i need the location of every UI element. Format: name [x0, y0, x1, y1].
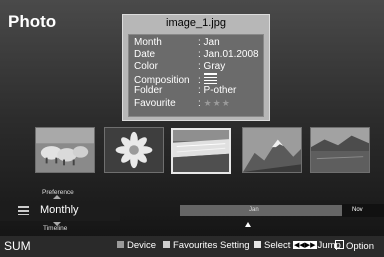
thumbnail-strip	[0, 127, 384, 177]
sort-current-value: Monthly	[40, 204, 79, 216]
info-panel: Month: Jan Date: Jan.01.2008 Color: Gray…	[128, 34, 264, 117]
favourites-setting-key[interactable]: Favourites Setting	[163, 240, 250, 251]
timeline-position-marker-icon	[245, 222, 251, 227]
timeline-end-segment	[342, 204, 384, 217]
thumbnail-sheep[interactable]	[35, 127, 95, 173]
option-key-icon	[335, 240, 344, 249]
thumbnail-lake[interactable]	[310, 127, 370, 173]
file-name: image_1.jpg	[166, 17, 226, 29]
timeline-month-current: Jan	[249, 207, 259, 213]
device-key[interactable]: Device	[117, 240, 156, 251]
info-row-color: Color: Gray	[134, 61, 226, 72]
option-key[interactable]: Option	[335, 240, 374, 252]
info-row-date: Date: Jan.01.2008	[134, 49, 259, 60]
timeline-month-end: Nov	[352, 207, 363, 213]
thumbnail-mountain[interactable]	[242, 127, 302, 173]
favourites-key-swatch-icon	[163, 241, 170, 248]
page-title: Photo	[8, 12, 57, 31]
list-icon	[18, 206, 29, 215]
composition-lines-icon	[203, 73, 217, 84]
info-row-favourite: Favourite: ★★★	[134, 98, 231, 109]
jump-keys-icon: ◀◀▶▶	[293, 241, 317, 249]
photo-browser-screen: Photo image_1.jpg Month: Jan Date: Jan.0…	[0, 0, 384, 257]
source-label: SUM	[4, 239, 31, 253]
select-key[interactable]: Select	[254, 240, 290, 251]
select-key-swatch-icon	[254, 241, 261, 248]
jump-key[interactable]: ◀◀▶▶ Jump	[293, 240, 341, 251]
favourite-stars: ★★★	[203, 98, 231, 108]
thumbnail-waterfall-selected[interactable]	[171, 128, 231, 174]
sort-option-preference[interactable]: Preference	[42, 189, 74, 196]
sort-option-timeline[interactable]: Timeline	[43, 225, 67, 232]
info-row-folder: Folder: P-other	[134, 85, 237, 96]
device-key-swatch-icon	[117, 241, 124, 248]
thumbnail-flower[interactable]	[104, 127, 164, 173]
photo-info-card: image_1.jpg Month: Jan Date: Jan.01.2008…	[122, 14, 270, 121]
info-row-month: Month: Jan	[134, 37, 220, 48]
